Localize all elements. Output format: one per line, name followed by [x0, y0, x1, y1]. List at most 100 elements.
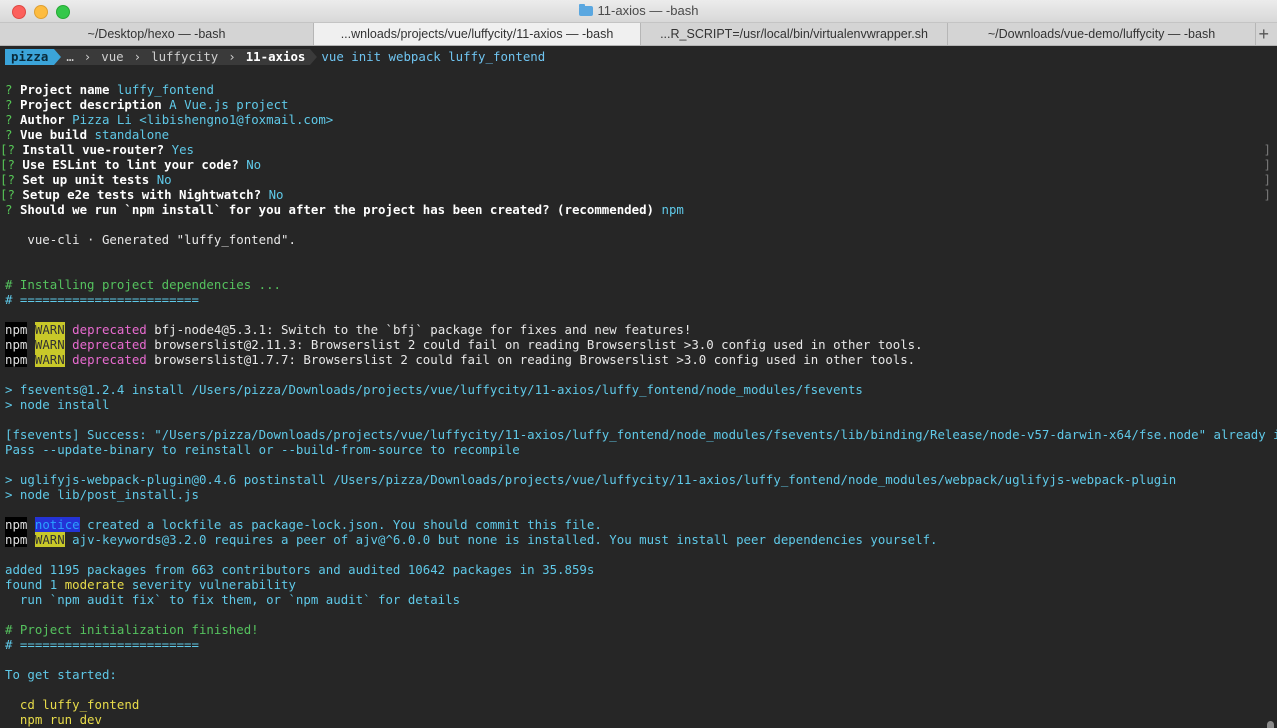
warn-text: bfj-node4@5.3.1: Switch to the `bfj` pac… [146, 322, 692, 337]
question-bracket: ] [1263, 187, 1271, 202]
window-title-text: 11-axios — -bash [597, 3, 699, 18]
get-started-label: To get started: [5, 667, 117, 682]
prompt-chevron-icon: › [128, 49, 147, 65]
question-mark: [? [0, 187, 15, 202]
audit-found-level: moderate [64, 577, 125, 592]
prompt-chevron-icon: › [223, 49, 241, 65]
prompt-segment: … [61, 49, 79, 65]
question-line: [? Install vue-router? Yes] [0, 142, 1277, 157]
scrollbar-thumb[interactable] [1267, 721, 1274, 728]
question-line: ? Project name luffy_fontend [5, 82, 1277, 97]
question-answer: No [246, 157, 262, 172]
new-tab-button[interactable]: + [1256, 23, 1277, 45]
npm-label: npm [5, 322, 28, 337]
question-answer: npm [661, 202, 684, 217]
question-label: Install vue-router? [22, 142, 165, 157]
question-label: Author [19, 112, 65, 127]
question-label: Setup e2e tests with Nightwatch? [22, 187, 262, 202]
npm-notice-line: npm notice created a lockfile as package… [5, 517, 1277, 532]
tab-label: ~/Downloads/vue-demo/luffycity — -bash [987, 27, 1216, 41]
warn-text: browserslist@1.7.7: Browserslist 2 could… [146, 352, 916, 367]
question-answer: No [156, 172, 172, 187]
deprecated-label: deprecated [72, 352, 147, 367]
prompt-user: pizza [5, 49, 55, 65]
question-line: ? Should we run `npm install` for you af… [5, 202, 1277, 217]
uglify-postinstall: > uglifyjs-webpack-plugin@0.4.6 postinst… [5, 472, 1177, 487]
prompt-segment: luffycity [146, 49, 224, 65]
tab-label: ...wnloads/projects/vue/luffycity/11-axi… [340, 27, 614, 41]
folder-icon [578, 4, 593, 16]
question-line: ? Vue build standalone [5, 127, 1277, 142]
get-started-run: npm run dev [5, 712, 102, 727]
question-label: Project description [19, 97, 162, 112]
prompt-segment: 11-axios [240, 49, 311, 65]
prompt-segment: vue [96, 49, 129, 65]
audit-added: added 1195 packages from 663 contributor… [5, 562, 595, 577]
installing-rule: # ======================== [5, 292, 199, 307]
audit-found-prefix: found 1 [5, 577, 65, 592]
question-mark: ? [5, 97, 13, 112]
tab-hexo[interactable]: ~/Desktop/hexo — -bash [0, 23, 314, 45]
npm-warn-line: npm WARN deprecated browserslist@2.11.3:… [5, 337, 1277, 352]
npm-warn-line: npm WARN deprecated bfj-node4@5.3.1: Swi… [5, 322, 1277, 337]
audit-run: run `npm audit fix` to fix them, or `npm… [5, 592, 461, 607]
question-answer: No [268, 187, 284, 202]
question-mark: [? [0, 172, 15, 187]
question-answer: A Vue.js project [169, 97, 289, 112]
tab-label: ...R_SCRIPT=/usr/local/bin/virtualenvwra… [660, 27, 928, 41]
finished-rule: # ======================== [5, 637, 199, 652]
question-bracket: ] [1263, 142, 1271, 157]
question-answer: Pizza Li <libishengno1@foxmail.com> [72, 112, 334, 127]
tab-11-axios[interactable]: ...wnloads/projects/vue/luffycity/11-axi… [314, 23, 641, 45]
question-bracket: ] [1263, 172, 1271, 187]
question-mark: ? [5, 112, 13, 127]
warn-badge: WARN [34, 352, 65, 367]
question-line: [? Use ESLint to lint your code? No] [0, 157, 1277, 172]
notice-text: created a lockfile as package-lock.json.… [79, 517, 602, 532]
prompt-command: vue init webpack luffy_fontend [321, 49, 546, 64]
get-started-cd: cd luffy_fontend [5, 697, 140, 712]
tab-virtualenvwrapper[interactable]: ...R_SCRIPT=/usr/local/bin/virtualenvwra… [641, 23, 948, 45]
window-title: 11-axios — -bash [0, 3, 1277, 18]
prompt-line: pizza… › vue › luffycity › 11-axios vue init we… [5, 47, 1277, 67]
question-mark: [? [0, 157, 15, 172]
terminal-window: 11-axios — -bash ~/Desktop/hexo — -bash … [0, 0, 1277, 728]
question-mark: ? [5, 82, 13, 97]
notice-badge: notice [34, 517, 80, 532]
question-label: Set up unit tests [22, 172, 150, 187]
question-label: Vue build [19, 127, 88, 142]
fsevents-node-install: > node install [5, 397, 110, 412]
warn-badge: WARN [34, 322, 65, 337]
npm-label: npm [5, 532, 28, 547]
question-answer: Yes [171, 142, 194, 157]
generated-message: vue-cli · Generated "luffy_fontend". [5, 232, 296, 247]
question-line: [? Set up unit tests No] [0, 172, 1277, 187]
audit-found: found 1 moderate severity vulnerability [5, 577, 1277, 592]
prompt-chevron-icon: › [78, 49, 97, 65]
deprecated-label: deprecated [72, 322, 147, 337]
tab-label: ~/Desktop/hexo — -bash [87, 27, 226, 41]
tab-vue-demo[interactable]: ~/Downloads/vue-demo/luffycity — -bash [948, 23, 1256, 45]
question-bracket: ] [1263, 157, 1271, 172]
deprecated-label: deprecated [72, 337, 147, 352]
question-label: Project name [19, 82, 110, 97]
question-answer: luffy_fontend [116, 82, 214, 97]
terminal-output[interactable]: pizza… › vue › luffycity › 11-axios vue init we… [0, 46, 1277, 728]
npm-warn-line: npm WARN ajv-keywords@3.2.0 requires a p… [5, 532, 1277, 547]
npm-label: npm [5, 352, 28, 367]
finished-heading: # Project initialization finished! [5, 622, 259, 637]
tab-bar: ~/Desktop/hexo — -bash ...wnloads/projec… [0, 23, 1277, 46]
fsevents-install: > fsevents@1.2.4 install /Users/pizza/Do… [5, 382, 863, 397]
title-bar: 11-axios — -bash [0, 0, 1277, 23]
